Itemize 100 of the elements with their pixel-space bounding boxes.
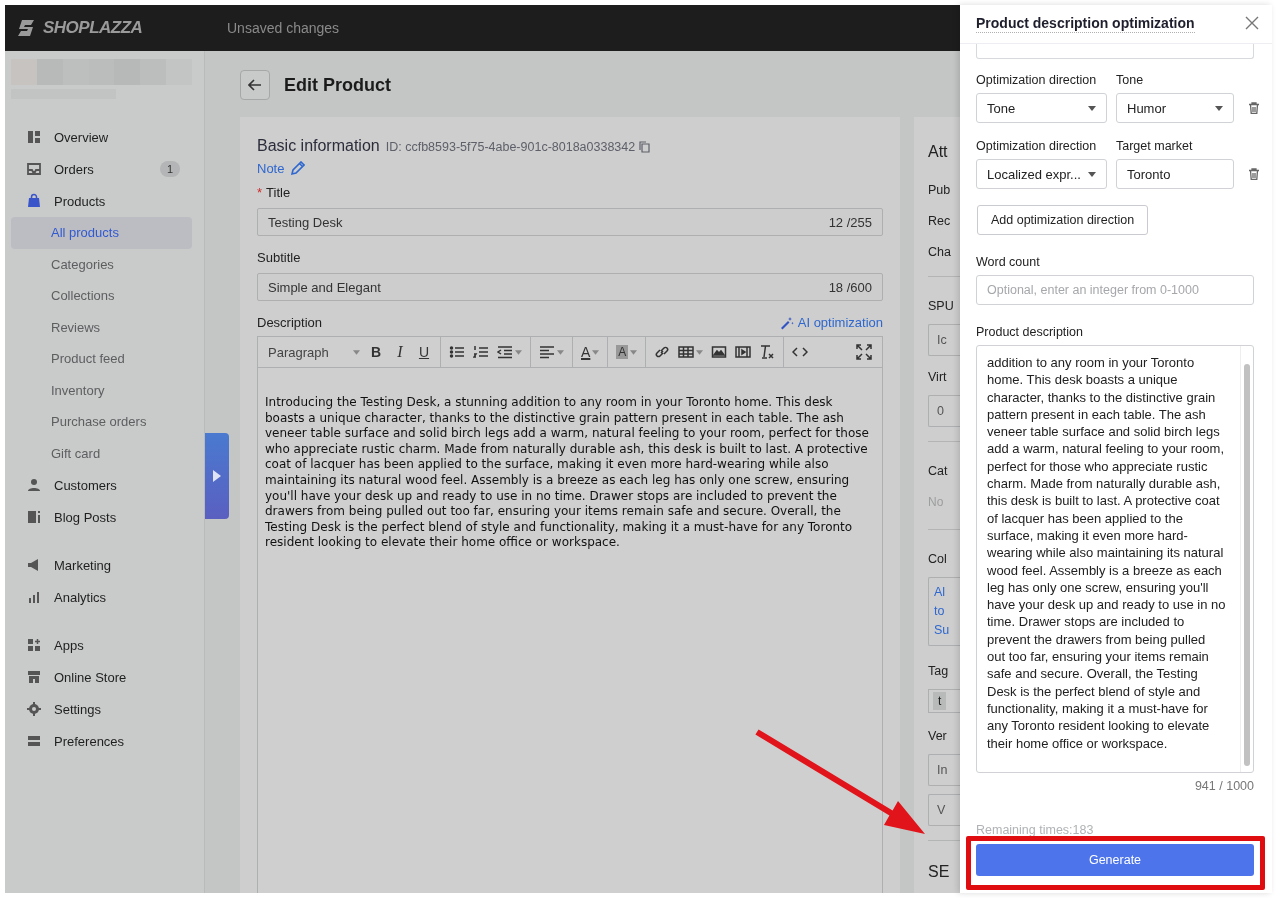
section-heading: Att	[928, 143, 948, 161]
input-field[interactable]: Toronto	[1116, 159, 1234, 189]
logo-wordmark: SHOPLAZZA	[43, 18, 143, 38]
field-label: Description	[257, 315, 323, 330]
tags-field[interactable]: t	[928, 689, 960, 713]
expand-handle[interactable]	[205, 433, 229, 519]
text-field[interactable]: Testing Desk 12 /255	[257, 208, 883, 236]
description-textarea[interactable]: addition to any room in your Toronto home. This desk boasts a unique character, thanks to the distinctive grain pattern present in each table. The ash veneer table surface and solid birch legs add a warm, natural feeling to your room, perfect for those who appreciate rustic charm. Made from naturally durable ash, this desk is built to last. A protective coat of lacquer has been applied to the surface, making it even more hard-wearing while also maintaining its natural wood feel. Assembly is a breeze as each leg has only one screw, ensuring you'll have your desk up and ready to use in no time. Drawer stops are included to prevent the drawers from being pulled out too far, ensuring your items remain safe and secure. Overall, the Testing Desk is the perfect blend of style and functionality, making it a must-have for any Toronto resident looking to elevate their home office or workspace.	[976, 345, 1254, 773]
direction-select[interactable]: Tone	[976, 93, 1107, 123]
apps-icon	[26, 637, 42, 653]
field-label: Cat	[928, 464, 948, 478]
video-icon	[735, 344, 752, 360]
word-count-input[interactable]: Optional, enter an integer from 0-1000	[976, 275, 1254, 305]
nav-subitem[interactable]: Product feed	[11, 343, 192, 375]
nav-subitem[interactable]: Categories	[11, 248, 192, 280]
nav-item[interactable]: Preferences	[11, 725, 192, 757]
paragraph-select[interactable]: Paragraph	[264, 340, 364, 364]
field-label: Tag	[928, 664, 949, 678]
back-button[interactable]	[240, 70, 270, 100]
caret-icon	[1088, 105, 1096, 111]
blog-icon	[26, 509, 42, 525]
products-icon	[26, 193, 42, 209]
numbered-list-icon	[473, 344, 489, 360]
nav-item[interactable]: Apps	[11, 629, 192, 661]
store-icon	[26, 669, 42, 685]
nav-subitem[interactable]: Gift card	[11, 437, 192, 469]
nav-subitem[interactable]: Collections	[11, 280, 192, 312]
font-color-button[interactable]: A	[577, 340, 604, 364]
product-id: ID: ccfb8593-5f75-4abe-901c-8018a0338342	[385, 140, 636, 154]
analytics-icon	[26, 589, 42, 605]
text-field[interactable]: Simple and Elegant 18 /600	[257, 273, 883, 301]
bullet-list-icon	[449, 344, 465, 360]
required-mark: *	[257, 185, 263, 200]
clear-format-icon	[759, 344, 776, 360]
table-icon	[678, 344, 695, 360]
nav-item[interactable]: Blog Posts	[11, 501, 192, 533]
field-label: Title	[266, 185, 291, 200]
description-text: Introducing the Testing Desk, a stunning addition to any room in your Toronto home. This desk boasts a unique character, thanks to the distinctive grain pattern present in each table. The ash veneer table surface and solid birch legs add a warm, natural feeling to your room, perfect for those who appreciate rustic charm. Made from naturally durable ash, this desk is built to last. A protective coat of lacquer has been applied to the surface, making it even more hard-wearing while also maintaining its natural wood feel. Assembly is a breeze as each leg has only one screw, ensuring you'll have your desk up and ready to use in no time. Drawer stops are included to prevent the drawers from being pulled out too far, ensuring your items remain safe and secure. Overall, the Testing Desk is the perfect blend of style and functionality, making it a must-have for any Toronto resident looking to elevate their home office or workspace.	[264, 394, 870, 551]
nav-item[interactable]: Customers	[11, 469, 192, 501]
nav-subitem[interactable]: Reviews	[11, 311, 192, 343]
generate-button[interactable]: Generate	[976, 844, 1254, 876]
preferences-icon	[26, 733, 42, 749]
rich-text-editor[interactable]	[257, 336, 883, 893]
field-label: Pub	[928, 183, 951, 197]
trash-icon[interactable]	[1248, 102, 1260, 114]
caret-icon	[515, 349, 522, 355]
caret-icon	[1088, 171, 1096, 177]
nav-subitem[interactable]: Purchase orders	[11, 406, 192, 438]
field-label: Rec	[928, 214, 951, 228]
background-color-button[interactable]: A	[612, 340, 642, 364]
field-label: Optimization direction	[976, 73, 1098, 87]
overview-icon	[26, 129, 42, 145]
ai-optimization-link[interactable]: AI optimization	[779, 315, 883, 330]
italic-button[interactable]: I	[388, 340, 412, 364]
caret-icon	[353, 349, 360, 355]
remaining-times: Remaining times:183	[976, 823, 1095, 837]
field-label: Virt	[928, 370, 947, 384]
align-left-icon	[539, 344, 555, 360]
scrollbar-thumb[interactable]	[1244, 364, 1250, 766]
section-heading: SE	[928, 863, 950, 881]
customers-icon	[26, 477, 42, 493]
trash-icon[interactable]	[1248, 168, 1260, 180]
caret-icon	[592, 349, 600, 355]
caret-icon	[696, 349, 704, 355]
field-label: SPU	[928, 299, 954, 313]
field-label: Tone	[1116, 73, 1145, 87]
count-badge: 1	[159, 161, 180, 177]
nav-item[interactable]: Products	[11, 185, 192, 217]
value-select[interactable]: Humor	[1116, 93, 1234, 123]
bold-button[interactable]: B	[364, 340, 388, 364]
magic-wand-icon	[779, 315, 794, 330]
orders-icon	[26, 161, 42, 177]
nav-item[interactable]: Settings	[11, 693, 192, 725]
pencil-icon	[290, 161, 306, 176]
copy-icon[interactable]	[639, 141, 651, 153]
add-direction-button[interactable]: Add optimization direction	[977, 205, 1149, 235]
image-icon	[711, 344, 728, 360]
field-label: Subtitle	[257, 250, 301, 265]
field-label: Product description	[976, 325, 1084, 339]
character-count: 941 / 1000	[1194, 779, 1254, 793]
settings-icon	[26, 701, 42, 717]
caret-icon	[557, 349, 564, 355]
logo-icon	[17, 18, 37, 38]
direction-select[interactable]: Localized expr...	[976, 159, 1107, 189]
nav-item[interactable]: Online Store	[11, 661, 192, 693]
link-icon	[654, 344, 671, 360]
caret-icon	[630, 349, 638, 355]
underline-button[interactable]: U	[412, 340, 436, 364]
nav-subitem[interactable]: Inventory	[11, 374, 192, 406]
nav-item[interactable]: Marketing	[11, 549, 192, 581]
field-label: Word count	[976, 255, 1041, 269]
nav-item[interactable]: Orders 1	[11, 153, 192, 185]
nav-item[interactable]: Analytics	[11, 581, 192, 613]
section-heading: Basic information	[257, 137, 380, 155]
input-field[interactable]	[976, 44, 1254, 59]
field-label: Optimization direction	[976, 139, 1098, 153]
unsaved-status: Unsaved changes	[227, 20, 340, 36]
triangle-icon	[213, 470, 221, 482]
nav-item[interactable]: Overview	[11, 121, 192, 153]
tag: t	[933, 692, 947, 710]
